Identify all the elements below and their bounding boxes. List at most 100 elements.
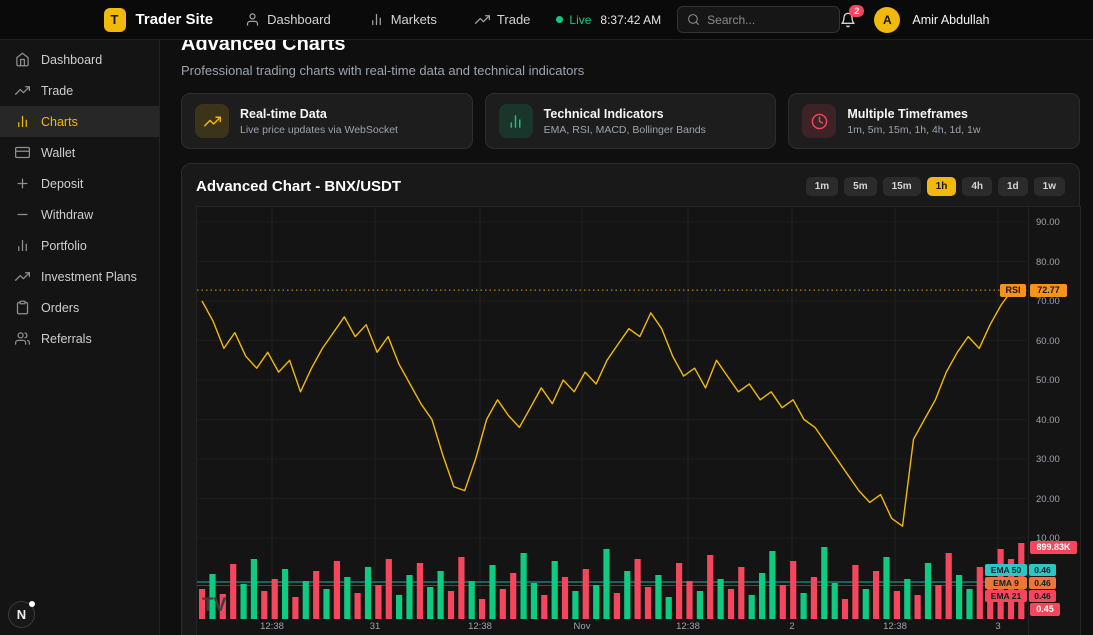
sidebar: Dashboard Trade Charts Wallet Deposit Withdra… — [0, 40, 160, 635]
bar-chart-icon — [15, 114, 30, 129]
page-subtitle: Professional trading charts with real-ti… — [181, 63, 1080, 78]
notifications-button[interactable]: 2 — [840, 12, 856, 28]
trend-up-icon — [15, 269, 30, 284]
nav-item-markets[interactable]: Markets — [369, 12, 437, 27]
ema-badge-ema-21: EMA 210.46 — [985, 590, 1056, 602]
feature-cards: Real-time Data Live price updates via Web… — [181, 93, 1080, 149]
sidebar-item-charts[interactable]: Charts — [0, 106, 159, 137]
dev-badge-letter: N — [17, 607, 26, 622]
sidebar-label: Investment Plans — [41, 270, 137, 284]
y-axis-label: 40.00 — [1036, 415, 1060, 426]
sidebar-item-dashboard[interactable]: Dashboard — [0, 44, 159, 75]
y-axis-label: 70.00 — [1036, 296, 1060, 307]
sidebar-item-trade[interactable]: Trade — [0, 75, 159, 106]
nav-label: Dashboard — [267, 12, 331, 27]
y-axis-label: 90.00 — [1036, 217, 1060, 228]
volume-value-badge: 899.83K — [1030, 541, 1077, 554]
clock-time: 8:37:42 AM — [600, 13, 661, 27]
search-icon — [687, 13, 700, 26]
chart-title: Advanced Chart - BNX/USDT — [196, 178, 401, 195]
nextjs-dev-badge[interactable]: N — [8, 601, 35, 628]
main-content: Advanced Charts Professional trading cha… — [160, 40, 1093, 635]
feature-card-technical-indicators: Technical IndicatorsEMA, RSI, MACD, Boll… — [485, 93, 777, 149]
user-icon — [245, 12, 260, 27]
sidebar-item-withdraw[interactable]: Withdraw — [0, 199, 159, 230]
timeframe-15m[interactable]: 15m — [883, 177, 921, 196]
sidebar-item-portfolio[interactable]: Portfolio — [0, 230, 159, 261]
timeframe-1d[interactable]: 1d — [998, 177, 1028, 196]
chart-plot[interactable] — [197, 207, 1027, 635]
bar-chart-icon — [15, 238, 30, 253]
x-axis-label: 31 — [370, 621, 381, 632]
sidebar-label: Referrals — [41, 332, 92, 346]
home-icon — [15, 52, 30, 67]
sidebar-label: Orders — [41, 301, 79, 315]
ema-badge-ema-50: EMA 500.46 — [985, 564, 1056, 576]
clock-icon — [802, 104, 836, 138]
timeframe-5m[interactable]: 5m — [844, 177, 876, 196]
x-axis-label: 2 — [789, 621, 794, 632]
clipboard-icon — [15, 300, 30, 315]
timeframe-selector: 1m 5m 15m 1h 4h 1d 1w — [806, 177, 1065, 196]
feature-card-title: Real-time Data — [240, 107, 398, 121]
sidebar-item-wallet[interactable]: Wallet — [0, 137, 159, 168]
timeframe-1h[interactable]: 1h — [927, 177, 957, 196]
sidebar-item-orders[interactable]: Orders — [0, 292, 159, 323]
nav-item-trade[interactable]: Trade — [475, 12, 530, 27]
app-logo[interactable]: T — [104, 8, 126, 32]
y-axis-label: 30.00 — [1036, 454, 1060, 465]
x-axis-label: Nov — [574, 621, 591, 632]
y-axis-label: 20.00 — [1036, 494, 1060, 505]
sidebar-label: Dashboard — [41, 53, 102, 67]
ema-label: EMA 21 — [985, 590, 1027, 602]
trend-up-icon — [475, 12, 490, 27]
search-input[interactable] — [707, 13, 830, 27]
x-axis-label: 3 — [995, 621, 1000, 632]
rsi-tag: RSI — [1000, 284, 1026, 297]
timeframe-1m[interactable]: 1m — [806, 177, 838, 196]
nav-label: Markets — [391, 12, 437, 27]
live-indicator: Live 8:37:42 AM — [556, 13, 661, 27]
y-axis-label: 80.00 — [1036, 257, 1060, 268]
trend-up-icon — [15, 83, 30, 98]
feature-card-real-time-data: Real-time Data Live price updates via Web… — [181, 93, 473, 149]
feature-card-title: Multiple Timeframes — [847, 107, 980, 121]
feature-card-subtitle: Live price updates via WebSocket — [240, 124, 398, 136]
x-axis-label: 12:38 — [260, 621, 284, 632]
nav-item-dashboard[interactable]: Dashboard — [245, 12, 331, 27]
topbar-nav: Dashboard Markets Trade — [245, 12, 530, 27]
ema-badge-ema-9: EMA 90.46 — [985, 577, 1056, 589]
sidebar-label: Trade — [41, 84, 73, 98]
live-label: Live — [569, 13, 591, 27]
sidebar-item-investment-plans[interactable]: Investment Plans — [0, 261, 159, 292]
user-name: Amir Abdullah — [912, 13, 989, 27]
wallet-icon — [15, 145, 30, 160]
tradingview-watermark: TV — [202, 590, 244, 623]
sidebar-item-deposit[interactable]: Deposit — [0, 168, 159, 199]
ema-label: EMA 9 — [985, 577, 1027, 589]
topbar: T Trader Site DashboardMarketsTrade Live… — [0, 0, 1093, 40]
bar-chart-icon — [369, 12, 384, 27]
y-axis-label: 50.00 — [1036, 375, 1060, 386]
last-price-badge: 0.45 — [1030, 603, 1060, 616]
rsi-value-badge: 72.77 — [1030, 284, 1067, 297]
y-axis-label: 60.00 — [1036, 336, 1060, 347]
timeframe-4h[interactable]: 4h — [962, 177, 992, 196]
sidebar-label: Portfolio — [41, 239, 87, 253]
sidebar-label: Charts — [41, 115, 78, 129]
price-chart: 90.00 80.00 70.00 60.00 50.00 40.00 30.00 20.00… — [196, 206, 1081, 635]
ema-value: 0.46 — [1029, 564, 1056, 576]
sidebar-item-referrals[interactable]: Referrals — [0, 323, 159, 354]
minus-icon — [15, 207, 30, 222]
notification-badge: 2 — [849, 5, 864, 17]
x-axis-label: 12:38 — [883, 621, 907, 632]
search-box[interactable] — [677, 6, 840, 33]
x-axis-label: 12:38 — [468, 621, 492, 632]
avatar[interactable]: A — [874, 7, 900, 33]
sidebar-label: Withdraw — [41, 208, 93, 222]
bar-chart-icon — [499, 104, 533, 138]
timeframe-1w[interactable]: 1w — [1034, 177, 1065, 196]
page-title: Advanced Charts — [181, 40, 1080, 56]
sidebar-label: Wallet — [41, 146, 75, 160]
plus-icon — [15, 176, 30, 191]
